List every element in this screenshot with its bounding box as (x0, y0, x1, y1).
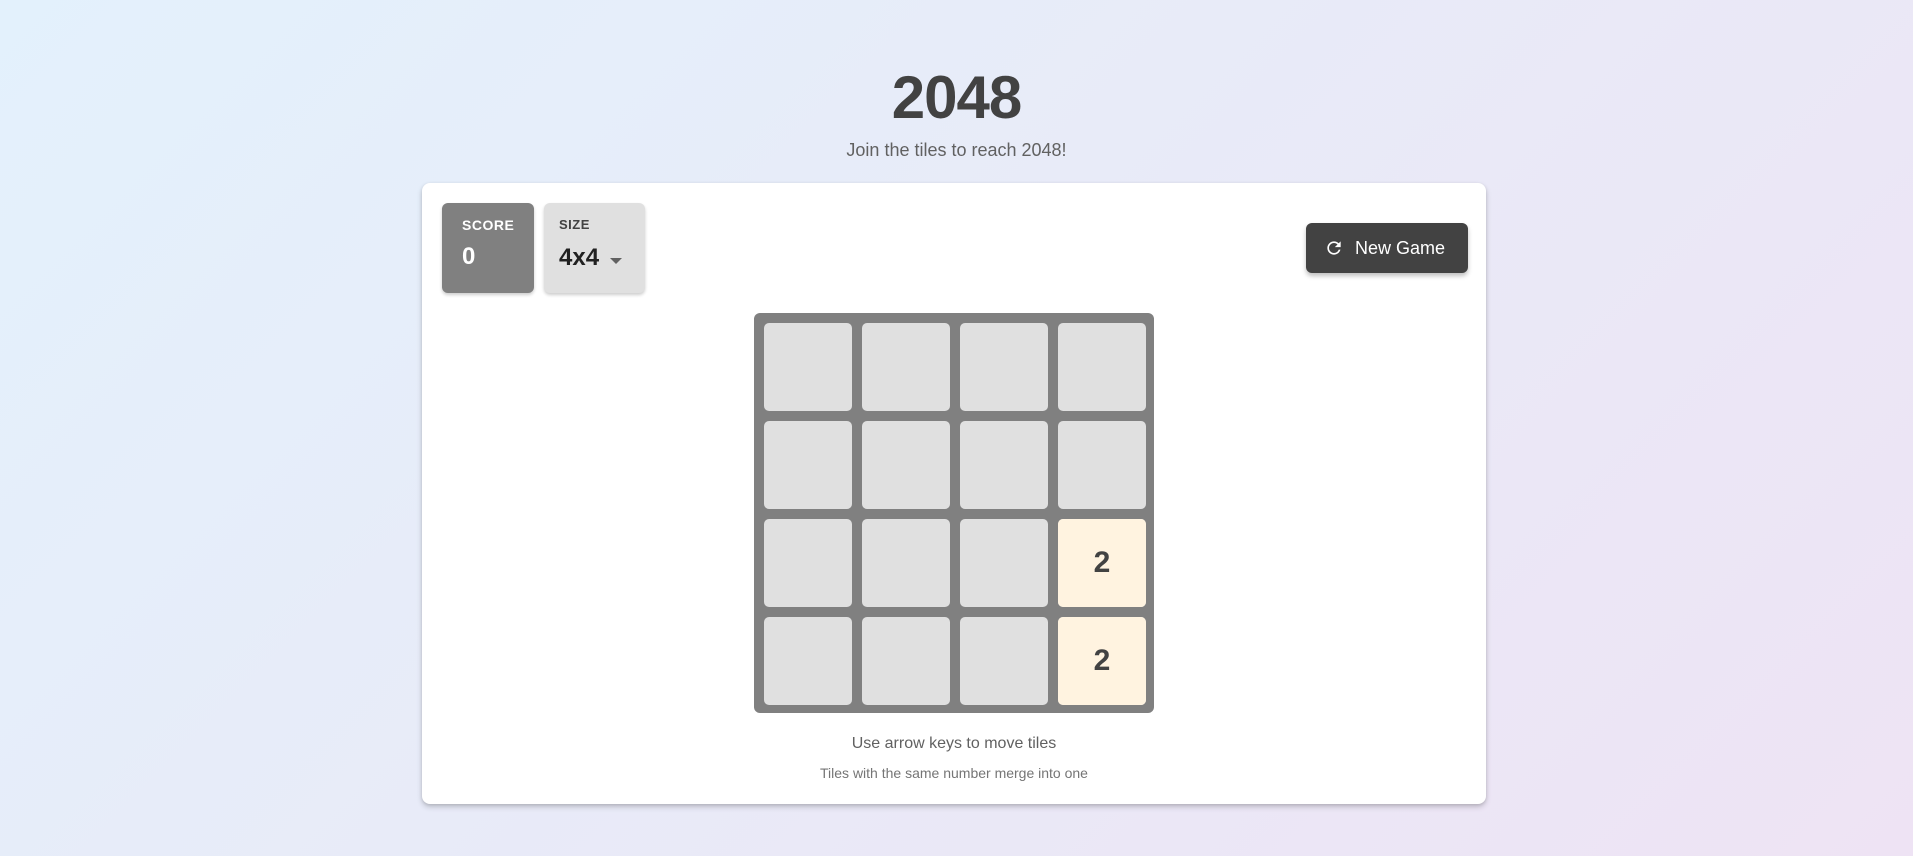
size-value: 4x4 (559, 244, 600, 271)
board-cell (862, 519, 950, 607)
chevron-down-icon (610, 258, 622, 264)
board-cell (764, 617, 852, 705)
board-cell (960, 421, 1048, 509)
tile: 2 (1058, 617, 1146, 705)
board-cell (960, 617, 1048, 705)
board-cell (862, 323, 950, 411)
instructions-primary: Use arrow keys to move tiles (851, 735, 1057, 752)
board-cell (1058, 323, 1146, 411)
new-game-button[interactable]: New Game (1306, 223, 1468, 273)
game-board: 22 (754, 313, 1154, 713)
score-box: SCORE 0 (442, 203, 534, 293)
score-label: SCORE (462, 217, 515, 233)
board-cell (862, 421, 950, 509)
board-cell (764, 421, 852, 509)
board-cell (764, 323, 852, 411)
instructions-secondary: Tiles with the same number merge into on… (820, 765, 1088, 781)
refresh-icon (1327, 241, 1341, 255)
size-label: SIZE (559, 217, 590, 232)
board-cell (862, 617, 950, 705)
size-selector[interactable]: SIZE 4x4 (544, 203, 645, 293)
score-value: 0 (462, 243, 476, 270)
board-cell (1058, 421, 1146, 509)
game-title: 2048 (891, 64, 1022, 131)
game-card: SCORE 0 SIZE 4x4 New Game 22 Use arrow k… (422, 183, 1486, 804)
board-cell (764, 519, 852, 607)
board-cell (960, 519, 1048, 607)
new-game-label: New Game (1355, 238, 1446, 258)
game-subtitle: Join the tiles to reach 2048! (846, 140, 1067, 160)
board-cell (960, 323, 1048, 411)
tile: 2 (1058, 519, 1146, 607)
